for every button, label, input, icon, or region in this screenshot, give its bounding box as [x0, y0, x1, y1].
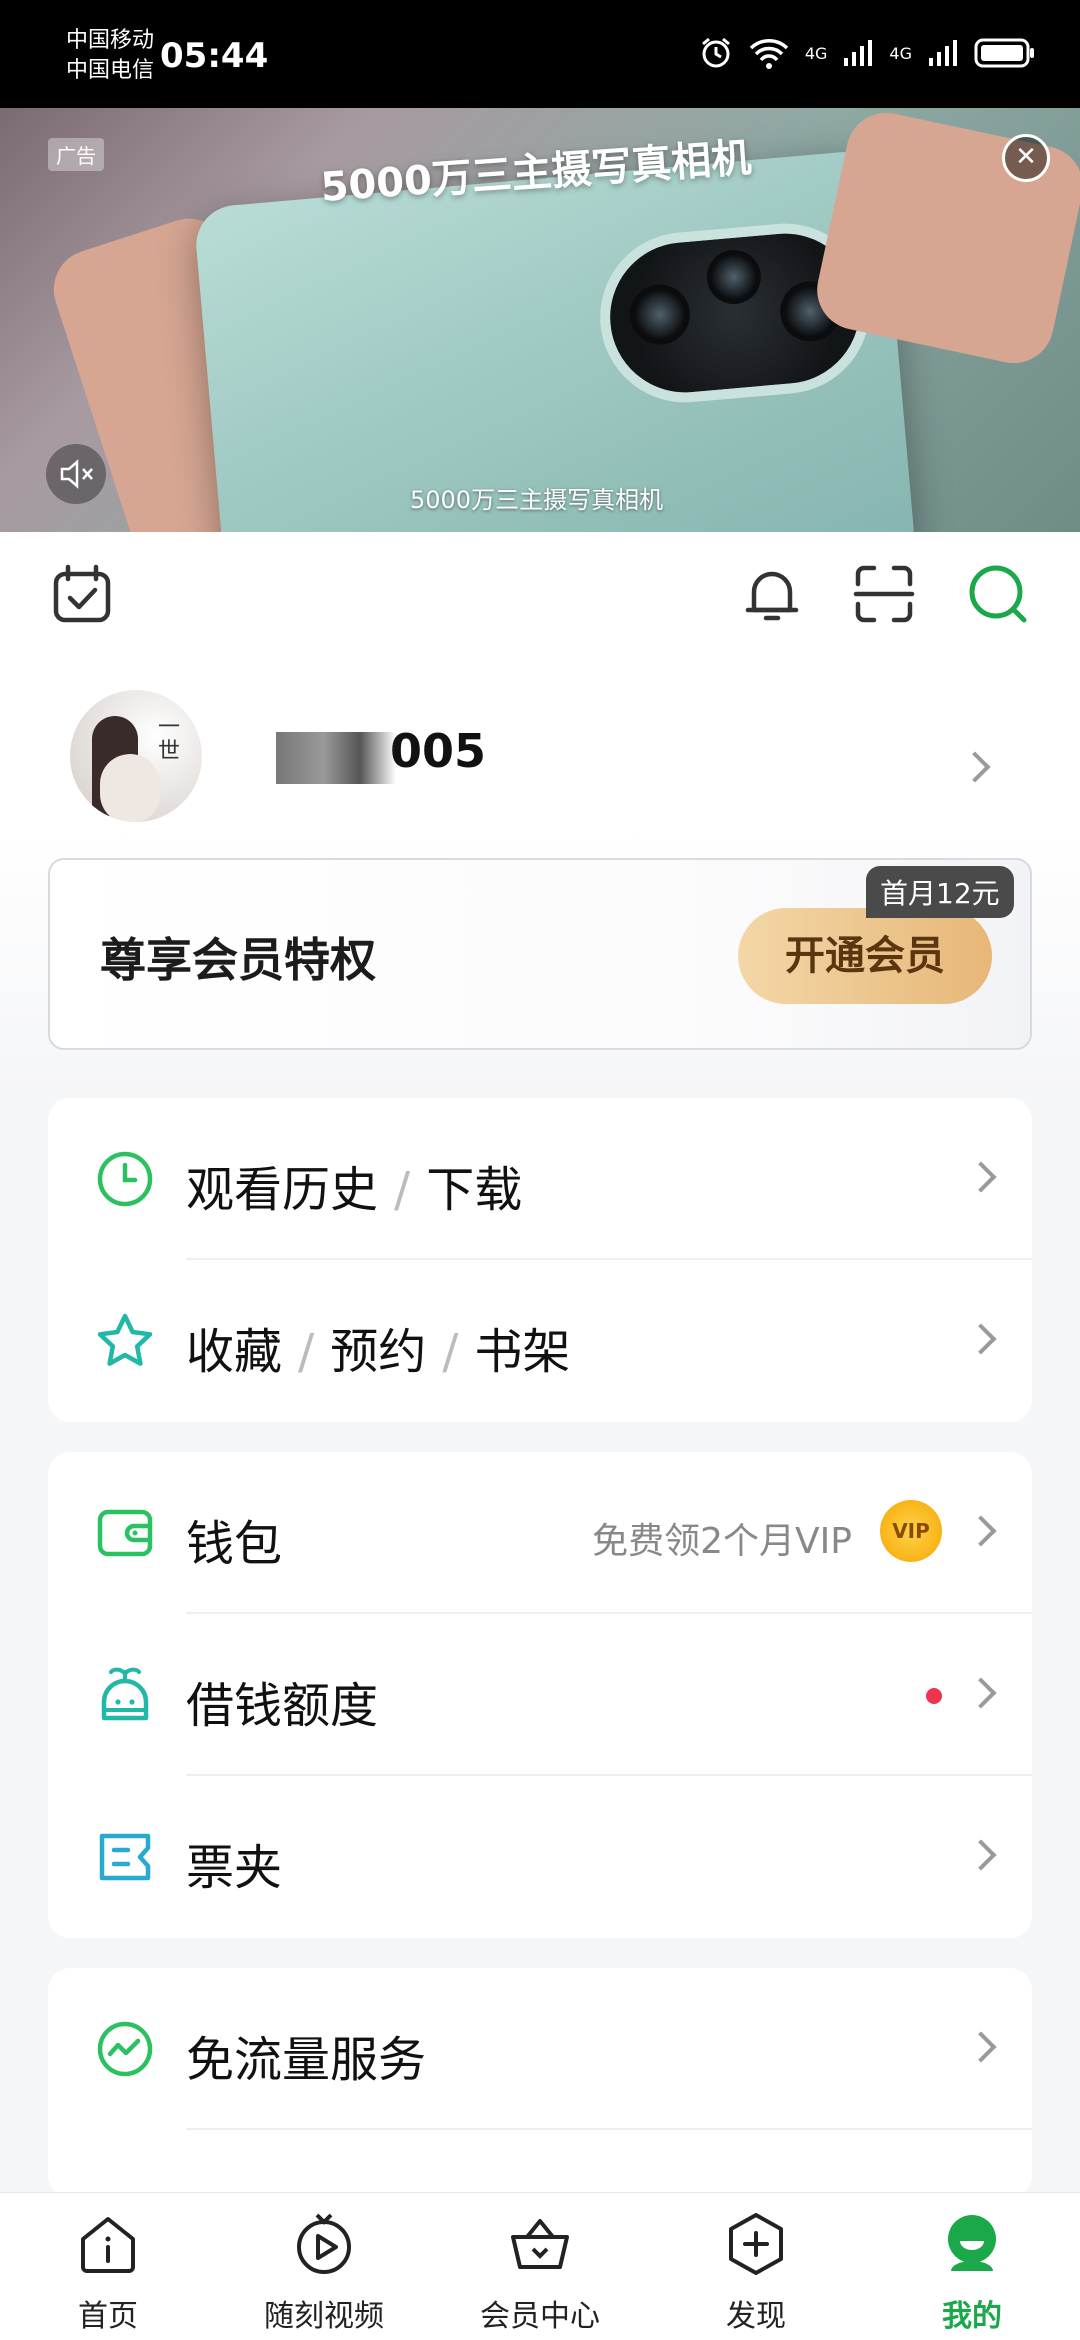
loan-label: 借钱额度 — [186, 1678, 379, 1734]
nav-discover[interactable]: 发现 — [666, 2193, 846, 2340]
status-bar: 中国移动 中国电信 05:44 4G 4G — [0, 0, 1080, 108]
ad-tag: 广告 — [48, 138, 104, 171]
ad-banner[interactable]: 广告 5000万三主摄写真相机 ✕ 5000万三主摄写真相机 — [0, 108, 1080, 532]
chevron-right-icon — [965, 1677, 997, 1709]
separator: / — [298, 1324, 315, 1380]
mute-icon[interactable] — [46, 444, 106, 504]
trend-circle-icon — [97, 2021, 153, 2077]
scan-icon[interactable] — [852, 562, 916, 626]
wallet-card: 钱包 免费领2个月VIP VIP 借钱额度 票夹 — [48, 1452, 1032, 1938]
username-text: 005 — [390, 724, 487, 778]
clock: 05:44 — [160, 36, 269, 76]
wallet-label: 钱包 — [186, 1516, 283, 1572]
top-icon-bar — [0, 532, 1080, 652]
network-label-2: 4G — [889, 43, 912, 63]
alarm-icon — [701, 37, 730, 68]
battery-icon — [974, 38, 1034, 68]
collect-label: 收藏 — [186, 1324, 283, 1380]
nav-vip-center-label: 会员中心 — [480, 2299, 600, 2334]
bottom-nav: 首页 随刻视频 会员中心 发现 我的 — [0, 2192, 1080, 2340]
reserve-label: 预约 — [330, 1324, 427, 1380]
signal-icon-2 — [929, 40, 957, 66]
list-item-free-data[interactable]: 免流量服务 — [48, 1968, 1032, 2130]
signal-icon-1 — [844, 40, 873, 66]
calendar-check-icon[interactable] — [50, 562, 114, 626]
open-vip-button[interactable]: 开通会员 — [738, 908, 992, 1004]
separator: / — [442, 1324, 459, 1380]
close-icon[interactable]: ✕ — [1002, 134, 1050, 182]
wallet-icon — [97, 1509, 153, 1557]
list-item-wallet[interactable]: 钱包 免费领2个月VIP VIP — [48, 1452, 1032, 1614]
avatar-figure-dress — [100, 754, 160, 822]
history-card: 观看历史 / 下载 收藏 / 预约 / 书架 — [48, 1098, 1032, 1422]
nav-mine[interactable]: 我的 — [882, 2193, 1062, 2340]
chevron-right-icon — [965, 1161, 997, 1193]
ticket-label: 票夹 — [186, 1840, 283, 1896]
avatar[interactable]: 一世 — [70, 690, 202, 822]
chevron-right-icon — [965, 1515, 997, 1547]
nav-video-label: 随刻视频 — [264, 2299, 384, 2334]
chevron-right-icon — [965, 2031, 997, 2063]
status-icons: 4G 4G — [699, 36, 1036, 70]
username-redacted — [276, 732, 396, 784]
search-icon[interactable] — [966, 562, 1030, 626]
wifi-icon — [749, 39, 789, 69]
notification-dot — [926, 1688, 942, 1704]
lens — [704, 247, 764, 307]
chevron-right-icon — [965, 1839, 997, 1871]
list-item-ticket[interactable]: 票夹 — [48, 1776, 1032, 1938]
vip-promo-card[interactable]: 尊享会员特权 开通会员 首月12元 — [48, 858, 1032, 1050]
sprout-bag-icon — [101, 1667, 149, 1721]
nav-discover-label: 发现 — [726, 2299, 786, 2334]
history-download-label: 观看历史 / 下载 — [186, 1150, 522, 1220]
nav-home-label: 首页 — [78, 2299, 138, 2334]
lens — [627, 282, 693, 348]
carrier-2: 中国电信 — [66, 58, 155, 83]
carrier-1: 中国移动 — [66, 28, 155, 53]
free-data-label: 免流量服务 — [186, 2032, 427, 2088]
list-item-loan[interactable]: 借钱额度 — [48, 1614, 1032, 1776]
nav-vip-center[interactable]: 会员中心 — [450, 2193, 630, 2340]
nav-video[interactable]: 随刻视频 — [234, 2193, 414, 2340]
profile-icon — [948, 2215, 996, 2271]
history-label: 观看历史 — [186, 1162, 379, 1218]
list-item-history-download[interactable]: 观看历史 / 下载 — [48, 1098, 1032, 1260]
play-icon — [297, 2213, 351, 2274]
network-label-1: 4G — [804, 43, 828, 63]
list-item-favorites[interactable]: 收藏 / 预约 / 书架 — [48, 1260, 1032, 1422]
carrier-labels: 中国移动 中国电信 — [66, 26, 154, 86]
plus-hex-icon — [729, 2213, 783, 2275]
data-service-card: 免流量服务 — [48, 1968, 1032, 2198]
download-label: 下载 — [426, 1162, 523, 1218]
bell-icon[interactable] — [740, 562, 804, 626]
home-icon — [81, 2217, 135, 2273]
ad-subtitle: 5000万三主摄写真相机 — [410, 486, 664, 514]
bookshelf-label: 书架 — [474, 1324, 571, 1380]
divider — [186, 2128, 1032, 2130]
crown-basket-icon — [511, 2219, 569, 2269]
separator: / — [394, 1162, 411, 1218]
vip-title: 尊享会员特权 — [100, 933, 376, 987]
vip-price-badge: 首月12元 — [866, 866, 1014, 918]
chevron-right-icon — [965, 1323, 997, 1355]
star-icon — [97, 1313, 153, 1366]
favorites-label: 收藏 / 预约 / 书架 — [186, 1312, 570, 1382]
vip-coin-icon: VIP — [880, 1500, 942, 1562]
clock-icon — [97, 1151, 153, 1207]
ticket-icon — [99, 1833, 151, 1881]
nav-mine-label: 我的 — [942, 2299, 1002, 2334]
wallet-hint: 免费领2个月VIP — [592, 1521, 852, 1562]
profile-chevron-icon — [959, 751, 991, 783]
nav-home[interactable]: 首页 — [18, 2193, 198, 2340]
avatar-calligraphy: 一世 — [157, 715, 180, 764]
